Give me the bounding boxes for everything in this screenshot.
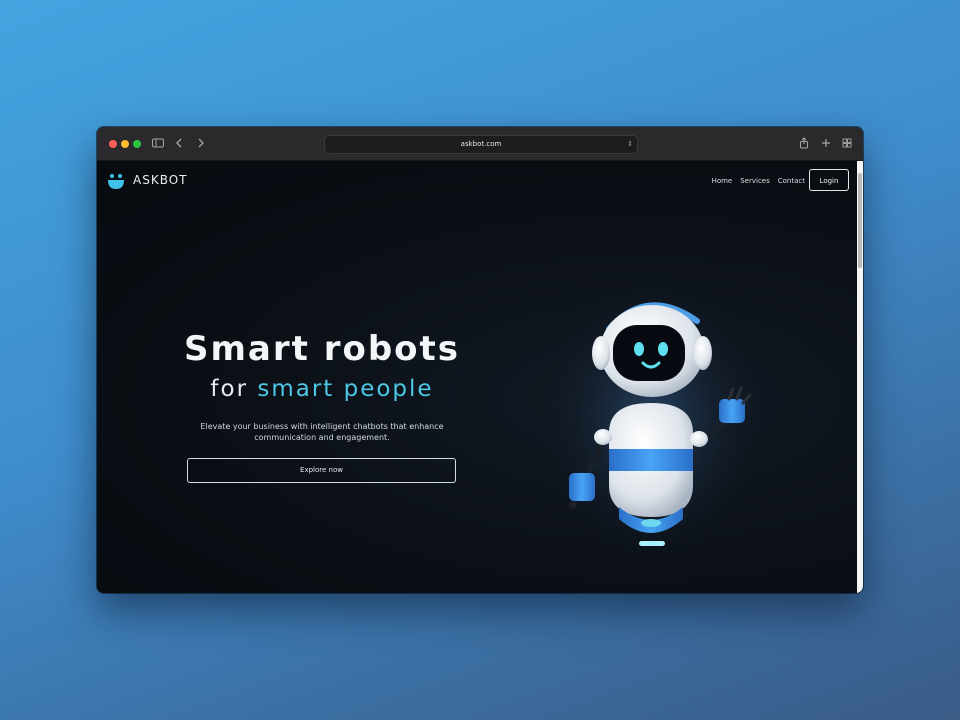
login-button[interactable]: Login xyxy=(809,169,849,191)
sidebar-toggle-icon[interactable] xyxy=(151,136,165,150)
nav-services-link[interactable]: Services xyxy=(740,176,770,186)
hero-title: Smart robots xyxy=(183,329,461,369)
hero-subtitle-prefix: for xyxy=(210,376,258,402)
explore-now-button[interactable]: Explore now xyxy=(187,458,456,483)
tab-overview-icon[interactable] xyxy=(840,136,854,150)
askbot-logo-icon[interactable] xyxy=(107,172,125,190)
forward-arrow-icon[interactable] xyxy=(194,136,208,150)
main-nav: Home Services Contact xyxy=(712,176,805,186)
back-arrow-icon[interactable] xyxy=(172,136,186,150)
zoom-window-button[interactable] xyxy=(133,140,141,148)
nav-contact-link[interactable]: Contact xyxy=(778,176,805,186)
nav-home-link[interactable]: Home xyxy=(712,176,733,186)
hero-subtitle-accent: smart people xyxy=(257,376,434,402)
scrollbar-thumb[interactable] xyxy=(858,173,862,268)
hero-description: Elevate your business with intelligent c… xyxy=(200,422,444,442)
page-scrollbar[interactable] xyxy=(857,161,863,593)
browser-titlebar: askbot.com ⇕ xyxy=(97,127,863,161)
web-page: ASKBOT Home Services Contact Login Smart… xyxy=(97,161,863,593)
hero-subtitle: for smart people xyxy=(137,375,507,403)
address-bar[interactable]: askbot.com ⇕ xyxy=(324,135,638,154)
browser-window: askbot.com ⇕ ASKBOT Home Services Contac… xyxy=(97,127,863,593)
close-window-button[interactable] xyxy=(109,140,117,148)
new-tab-plus-icon[interactable] xyxy=(819,136,833,150)
brand-name[interactable]: ASKBOT xyxy=(133,173,188,187)
address-chevron-icon[interactable]: ⇕ xyxy=(627,136,633,153)
robot-illustration xyxy=(537,271,767,571)
share-icon[interactable] xyxy=(797,136,811,150)
url-text: askbot.com xyxy=(460,140,502,148)
minimize-window-button[interactable] xyxy=(121,140,129,148)
